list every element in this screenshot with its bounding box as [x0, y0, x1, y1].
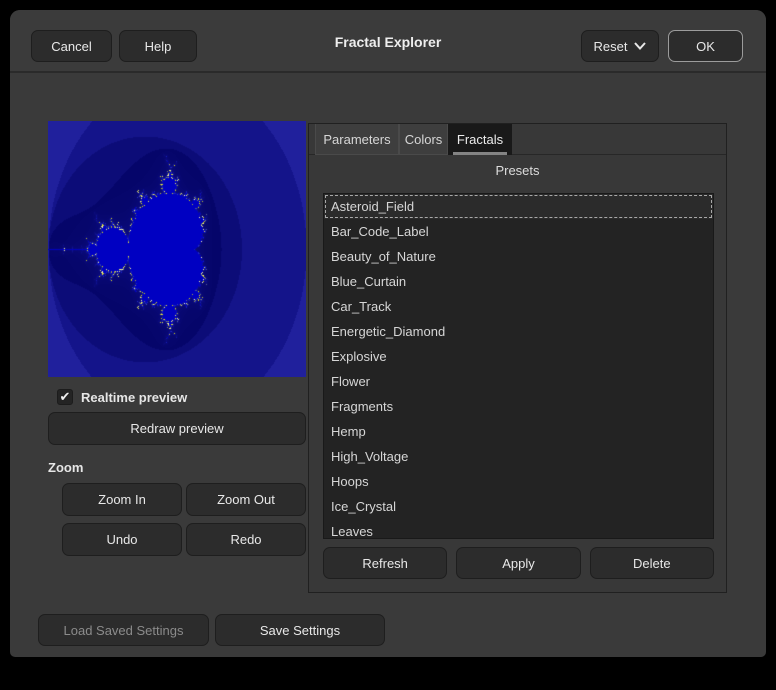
notebook-panel: Parameters Colors Fractals Presets Aster…: [308, 123, 727, 593]
zoom-in-button[interactable]: Zoom In: [62, 483, 182, 516]
zoom-out-button[interactable]: Zoom Out: [186, 483, 306, 516]
ok-button[interactable]: OK: [668, 30, 743, 62]
tab-parameters[interactable]: Parameters: [315, 124, 399, 155]
tab-strip: Parameters Colors Fractals: [309, 124, 726, 155]
reset-dropdown-button[interactable]: Reset: [581, 30, 659, 62]
fractal-explorer-dialog: Cancel Help Fractal Explorer Reset OK ✔ …: [10, 10, 766, 657]
preset-list-item[interactable]: Flower: [324, 369, 713, 394]
preset-actions-row: Refresh Apply Delete: [323, 547, 714, 579]
preset-list-item[interactable]: Fragments: [324, 394, 713, 419]
zoom-section-label: Zoom: [48, 460, 83, 475]
load-saved-settings-button[interactable]: Load Saved Settings: [38, 614, 209, 646]
preset-list-item[interactable]: Car_Track: [324, 294, 713, 319]
presets-list[interactable]: Asteroid_Field Bar_Code_Label Beauty_of_…: [323, 193, 714, 539]
preset-list-item[interactable]: Beauty_of_Nature: [324, 244, 713, 269]
preset-list-item[interactable]: Asteroid_Field: [324, 194, 713, 219]
preset-list-item[interactable]: Hemp: [324, 419, 713, 444]
preset-list-item[interactable]: Energetic_Diamond: [324, 319, 713, 344]
preset-list-item[interactable]: High_Voltage: [324, 444, 713, 469]
checkmark-icon: ✔: [60, 389, 71, 404]
presets-heading: Presets: [309, 155, 726, 186]
dialog-header: Cancel Help Fractal Explorer Reset OK: [10, 10, 766, 73]
redo-button[interactable]: Redo: [186, 523, 306, 556]
chevron-down-icon: [634, 42, 646, 50]
tab-fractals[interactable]: Fractals: [448, 124, 512, 155]
redraw-preview-button[interactable]: Redraw preview: [48, 412, 306, 445]
realtime-preview-checkbox[interactable]: ✔: [57, 389, 73, 405]
undo-button[interactable]: Undo: [62, 523, 182, 556]
reset-button-label: Reset: [594, 39, 628, 54]
delete-button[interactable]: Delete: [590, 547, 714, 579]
tab-colors[interactable]: Colors: [399, 124, 448, 155]
preset-list-item[interactable]: Ice_Crystal: [324, 494, 713, 519]
preset-list-item[interactable]: Bar_Code_Label: [324, 219, 713, 244]
realtime-preview-label: Realtime preview: [81, 390, 187, 405]
apply-button[interactable]: Apply: [456, 547, 580, 579]
preset-list-item[interactable]: Hoops: [324, 469, 713, 494]
preset-list-item[interactable]: Blue_Curtain: [324, 269, 713, 294]
fractal-preview-image[interactable]: [48, 121, 306, 377]
save-settings-button[interactable]: Save Settings: [215, 614, 385, 646]
refresh-button[interactable]: Refresh: [323, 547, 447, 579]
preset-list-item[interactable]: Leaves: [324, 519, 713, 539]
preset-list-item[interactable]: Explosive: [324, 344, 713, 369]
realtime-preview-row: ✔ Realtime preview: [57, 389, 187, 405]
